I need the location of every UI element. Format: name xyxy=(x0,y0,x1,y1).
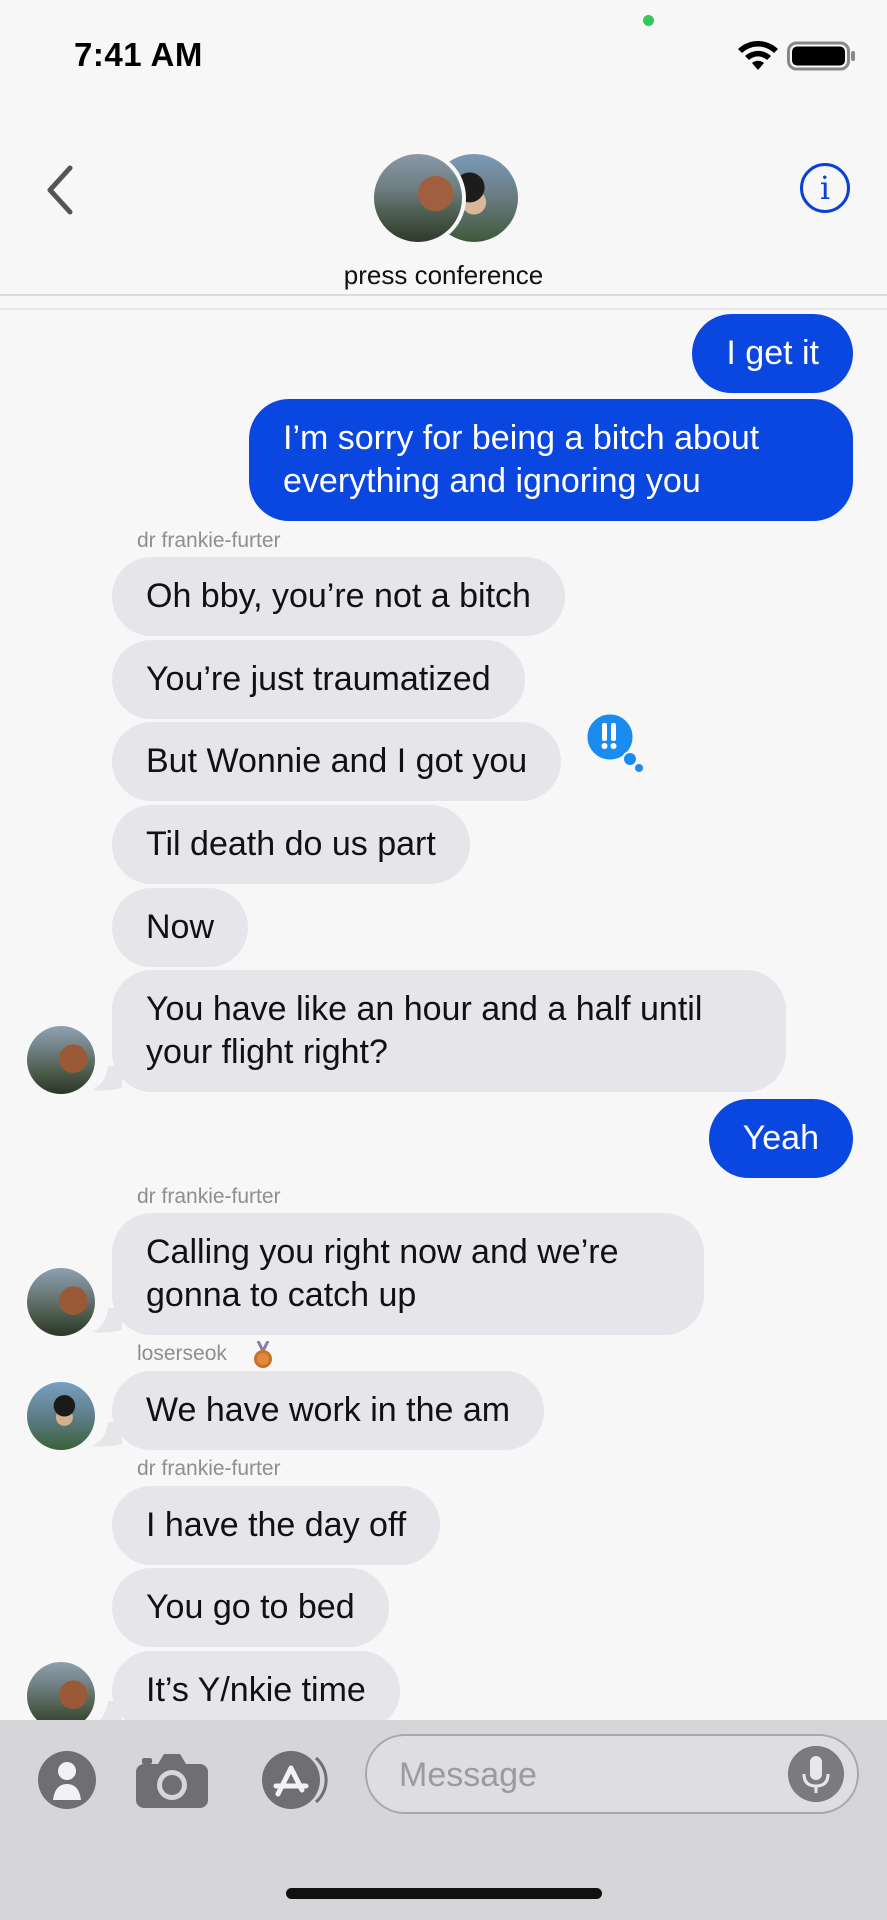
contact-icon[interactable] xyxy=(37,1750,97,1810)
incoming-message[interactable]: You go to bed xyxy=(112,1568,389,1647)
outgoing-message[interactable]: I’m sorry for being a bitch about everyt… xyxy=(249,399,853,521)
avatar[interactable] xyxy=(27,1382,95,1450)
emphasis-reaction-icon[interactable] xyxy=(578,713,646,773)
incoming-message[interactable]: But Wonnie and I got you xyxy=(112,722,562,801)
avatar[interactable] xyxy=(27,1026,95,1094)
status-bar: 7:41 AM xyxy=(0,0,887,110)
incoming-message[interactable]: Calling you right now and we’re gonna to… xyxy=(112,1213,704,1335)
message-input[interactable] xyxy=(365,1734,859,1814)
sender-name: dr frankie-furter xyxy=(137,1185,281,1208)
message-field[interactable] xyxy=(399,1750,779,1800)
divider xyxy=(0,308,887,310)
incoming-message[interactable]: It’s Y/nkie time xyxy=(112,1651,400,1730)
outgoing-message[interactable]: I get it xyxy=(692,314,853,393)
incoming-message[interactable]: I have the day off xyxy=(112,1486,441,1565)
bubble-tail xyxy=(92,1422,122,1447)
conversation-header: press conference i xyxy=(0,110,887,296)
mic-icon[interactable] xyxy=(788,1746,844,1802)
incoming-message[interactable]: You’re just traumatized xyxy=(112,640,525,719)
camera-icon[interactable] xyxy=(134,1750,210,1810)
sender-name: dr frankie-furter xyxy=(137,529,281,552)
bubble-tail xyxy=(92,1066,122,1091)
incoming-message[interactable]: You have like an hour and a half until y… xyxy=(112,970,786,1092)
avatar[interactable] xyxy=(27,1268,95,1336)
sender-name: dr frankie-furter xyxy=(137,1457,281,1480)
group-avatar[interactable] xyxy=(370,150,522,250)
back-button[interactable] xyxy=(40,160,80,220)
avatar xyxy=(370,150,466,246)
wifi-icon xyxy=(738,41,778,70)
sender-name: loserseok xyxy=(137,1342,227,1365)
incoming-message[interactable]: We have work in the am xyxy=(112,1371,545,1450)
appstore-icon[interactable] xyxy=(254,1750,332,1810)
group-name[interactable]: press conference xyxy=(0,260,887,291)
info-icon: i xyxy=(819,169,831,207)
battery-icon xyxy=(787,41,855,71)
status-time: 7:41 AM xyxy=(74,36,203,73)
incoming-message[interactable]: Oh bby, you’re not a bitch xyxy=(112,557,565,636)
incoming-message[interactable]: Now xyxy=(112,888,249,967)
medal-icon xyxy=(254,1341,272,1368)
home-indicator[interactable] xyxy=(286,1888,602,1899)
outgoing-message[interactable]: Yeah xyxy=(708,1099,853,1178)
bubble-tail xyxy=(92,1308,122,1333)
privacy-indicator-dot xyxy=(643,15,654,26)
info-button[interactable]: i xyxy=(800,163,850,213)
incoming-message[interactable]: Til death do us part xyxy=(112,805,470,884)
